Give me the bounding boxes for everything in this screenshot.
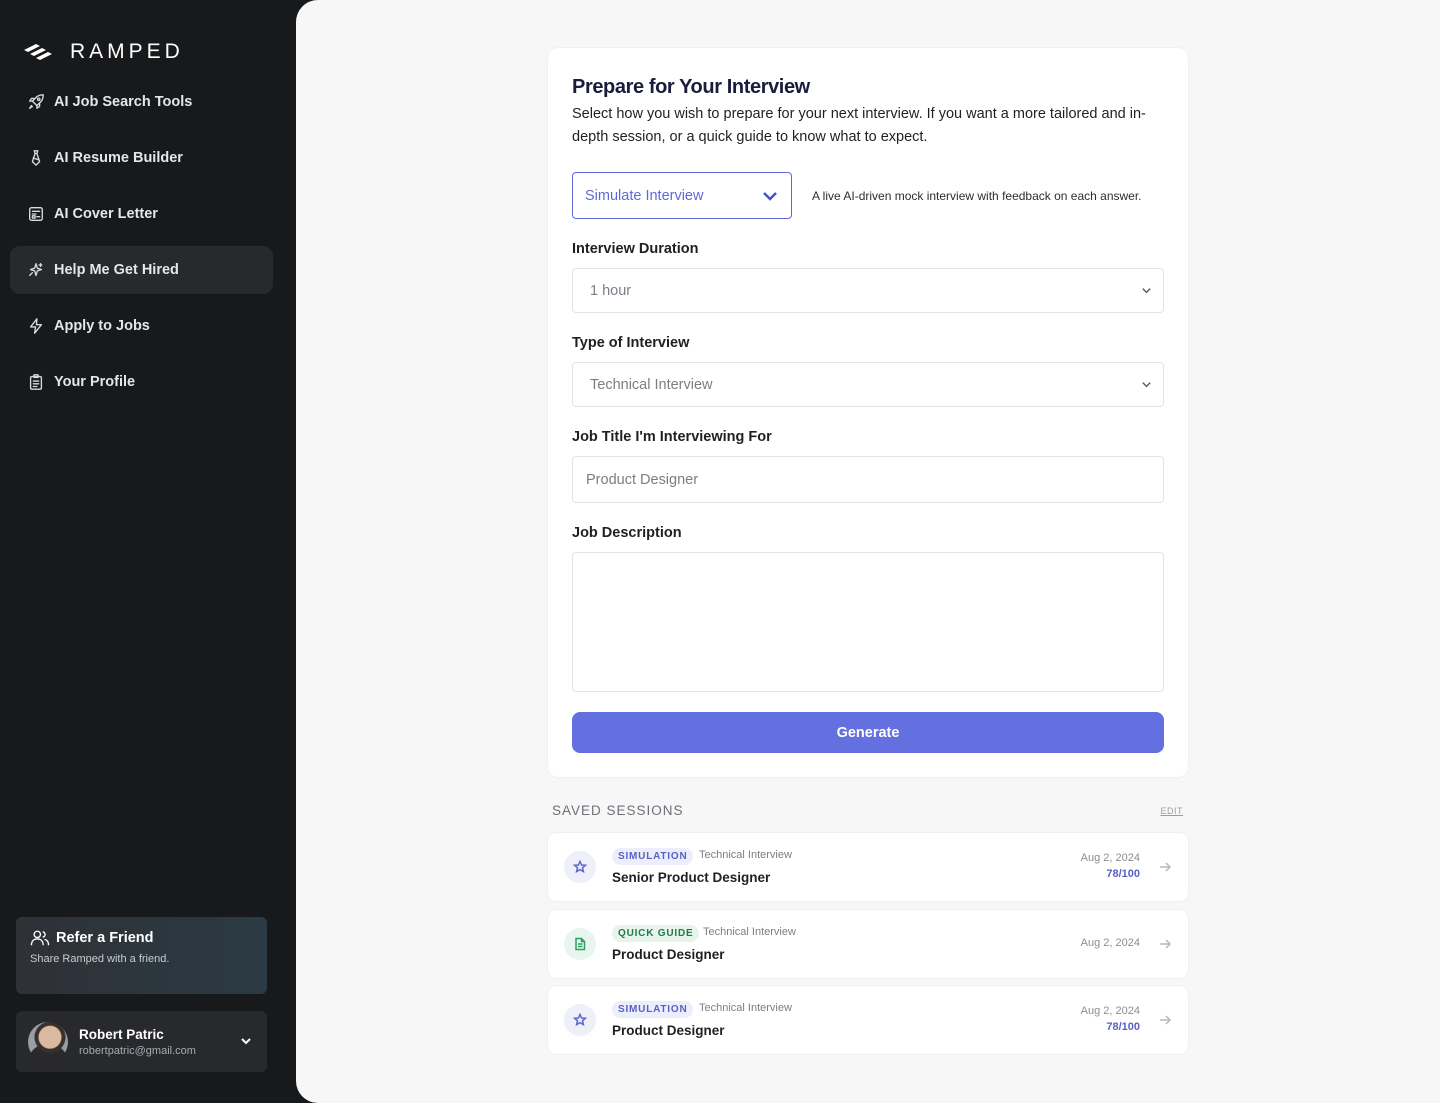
- session-title: Product Designer: [612, 1023, 725, 1038]
- refer-title: Refer a Friend: [56, 930, 154, 946]
- main-content: Prepare for Your Interview Select how yo…: [296, 0, 1440, 1103]
- interview-mode-select[interactable]: Simulate Interview: [572, 172, 792, 219]
- interview-prep-card: Prepare for Your Interview Select how yo…: [548, 48, 1188, 777]
- chevron-down-icon: [763, 191, 777, 201]
- sidebar-item-label: AI Cover Letter: [54, 206, 158, 222]
- tie-icon: [26, 148, 46, 168]
- sidebar-item-your-profile[interactable]: Your Profile: [10, 358, 273, 406]
- interview-mode-hint: A live AI-driven mock interview with fee…: [812, 188, 1142, 203]
- ramped-logo-icon: [24, 44, 52, 60]
- interview-type-value: Technical Interview: [590, 376, 713, 393]
- refer-title-row: Refer a Friend: [30, 929, 253, 947]
- interview-mode-value: Simulate Interview: [585, 187, 704, 204]
- session-badge: QUICK GUIDE: [612, 925, 700, 942]
- avatar: [28, 1021, 68, 1062]
- duration-label: Interview Duration: [572, 241, 699, 257]
- sidebar-item-label: Help Me Get Hired: [54, 262, 179, 278]
- duration-value: 1 hour: [590, 282, 632, 299]
- saved-sessions-header: SAVED SESSIONS EDIT: [552, 803, 1183, 818]
- sidebar-item-ai-resume-builder[interactable]: AI Resume Builder: [10, 134, 273, 182]
- page-description: Select how you wish to prepare for your …: [572, 106, 1146, 145]
- duration-select[interactable]: 1 hour: [572, 268, 1164, 313]
- sidebar-item-label: AI Resume Builder: [54, 150, 183, 166]
- sidebar-nav: AI Job Search Tools AI Resume Builder AI…: [10, 78, 273, 414]
- saved-session-item[interactable]: QUICK GUIDE Technical Interview Product …: [548, 910, 1188, 978]
- session-title: Senior Product Designer: [612, 870, 771, 885]
- user-account-menu[interactable]: Robert Patric robertpatric@gmail.com: [16, 1011, 267, 1072]
- refer-a-friend-card[interactable]: Refer a Friend Share Ramped with a frien…: [16, 917, 267, 994]
- chevron-down-icon: [1142, 382, 1151, 388]
- interview-type-select[interactable]: Technical Interview: [572, 362, 1164, 407]
- sparkle-icon: [26, 260, 46, 280]
- user-name: Robert Patric: [79, 1026, 164, 1042]
- session-score: 78/100: [1106, 868, 1140, 880]
- session-type: Technical Interview: [699, 1002, 792, 1014]
- session-type: Technical Interview: [703, 926, 796, 938]
- session-date: Aug 2, 2024: [1080, 852, 1140, 864]
- arrow-right-icon: [1158, 860, 1172, 874]
- lightning-icon: [26, 316, 46, 336]
- refer-subtitle: Share Ramped with a friend.: [30, 953, 170, 965]
- session-badge: SIMULATION: [612, 848, 694, 865]
- sidebar: RAMPED AI Job Search Tools AI Resume Bui…: [0, 0, 296, 1103]
- brand-logo[interactable]: RAMPED: [22, 40, 184, 64]
- sidebar-item-label: Your Profile: [54, 374, 136, 390]
- sidebar-item-ai-job-search-tools[interactable]: AI Job Search Tools: [10, 78, 273, 126]
- saved-session-item[interactable]: SIMULATION Technical Interview Senior Pr…: [548, 833, 1188, 901]
- user-info: Robert Patric robertpatric@gmail.com: [79, 1027, 196, 1057]
- users-icon: [30, 930, 50, 946]
- chevron-down-icon[interactable]: [239, 1034, 253, 1048]
- session-date: Aug 2, 2024: [1080, 937, 1140, 949]
- session-date: Aug 2, 2024: [1080, 1005, 1140, 1017]
- sidebar-item-help-me-get-hired[interactable]: Help Me Get Hired: [10, 246, 273, 294]
- file-text-icon: [564, 928, 596, 960]
- edit-sessions-link[interactable]: EDIT: [1160, 806, 1183, 816]
- saved-session-item[interactable]: SIMULATION Technical Interview Product D…: [548, 986, 1188, 1054]
- sidebar-item-label: AI Job Search Tools: [54, 94, 193, 110]
- sidebar-item-label: Apply to Jobs: [54, 318, 150, 334]
- clipboard-icon: [26, 372, 46, 392]
- arrow-right-icon: [1158, 1013, 1172, 1027]
- session-badge: SIMULATION: [612, 1001, 694, 1018]
- generate-button[interactable]: Generate: [572, 712, 1164, 753]
- rocket-icon: [26, 92, 46, 112]
- saved-sessions-title: SAVED SESSIONS: [552, 803, 684, 818]
- interview-type-label: Type of Interview: [572, 335, 690, 351]
- mode-row: Simulate Interview A live AI-driven mock…: [572, 172, 1142, 219]
- page-title: Prepare for Your Interview: [572, 76, 810, 98]
- star-icon: [564, 1004, 596, 1036]
- job-title-input[interactable]: [572, 456, 1164, 503]
- job-title-label: Job Title I'm Interviewing For: [572, 429, 772, 445]
- session-score: 78/100: [1106, 1021, 1140, 1033]
- job-description-label: Job Description: [572, 525, 682, 541]
- chevron-down-icon: [1142, 288, 1151, 294]
- sidebar-item-ai-cover-letter[interactable]: AI Cover Letter: [10, 190, 273, 238]
- user-email: robertpatric@gmail.com: [79, 1044, 196, 1057]
- document-icon: [26, 204, 46, 224]
- session-type: Technical Interview: [699, 849, 792, 861]
- brand-name: RAMPED: [70, 40, 184, 63]
- arrow-right-icon: [1158, 937, 1172, 951]
- sidebar-item-apply-to-jobs[interactable]: Apply to Jobs: [10, 302, 273, 350]
- job-description-textarea[interactable]: [572, 552, 1164, 692]
- session-title: Product Designer: [612, 947, 725, 962]
- star-icon: [564, 851, 596, 883]
